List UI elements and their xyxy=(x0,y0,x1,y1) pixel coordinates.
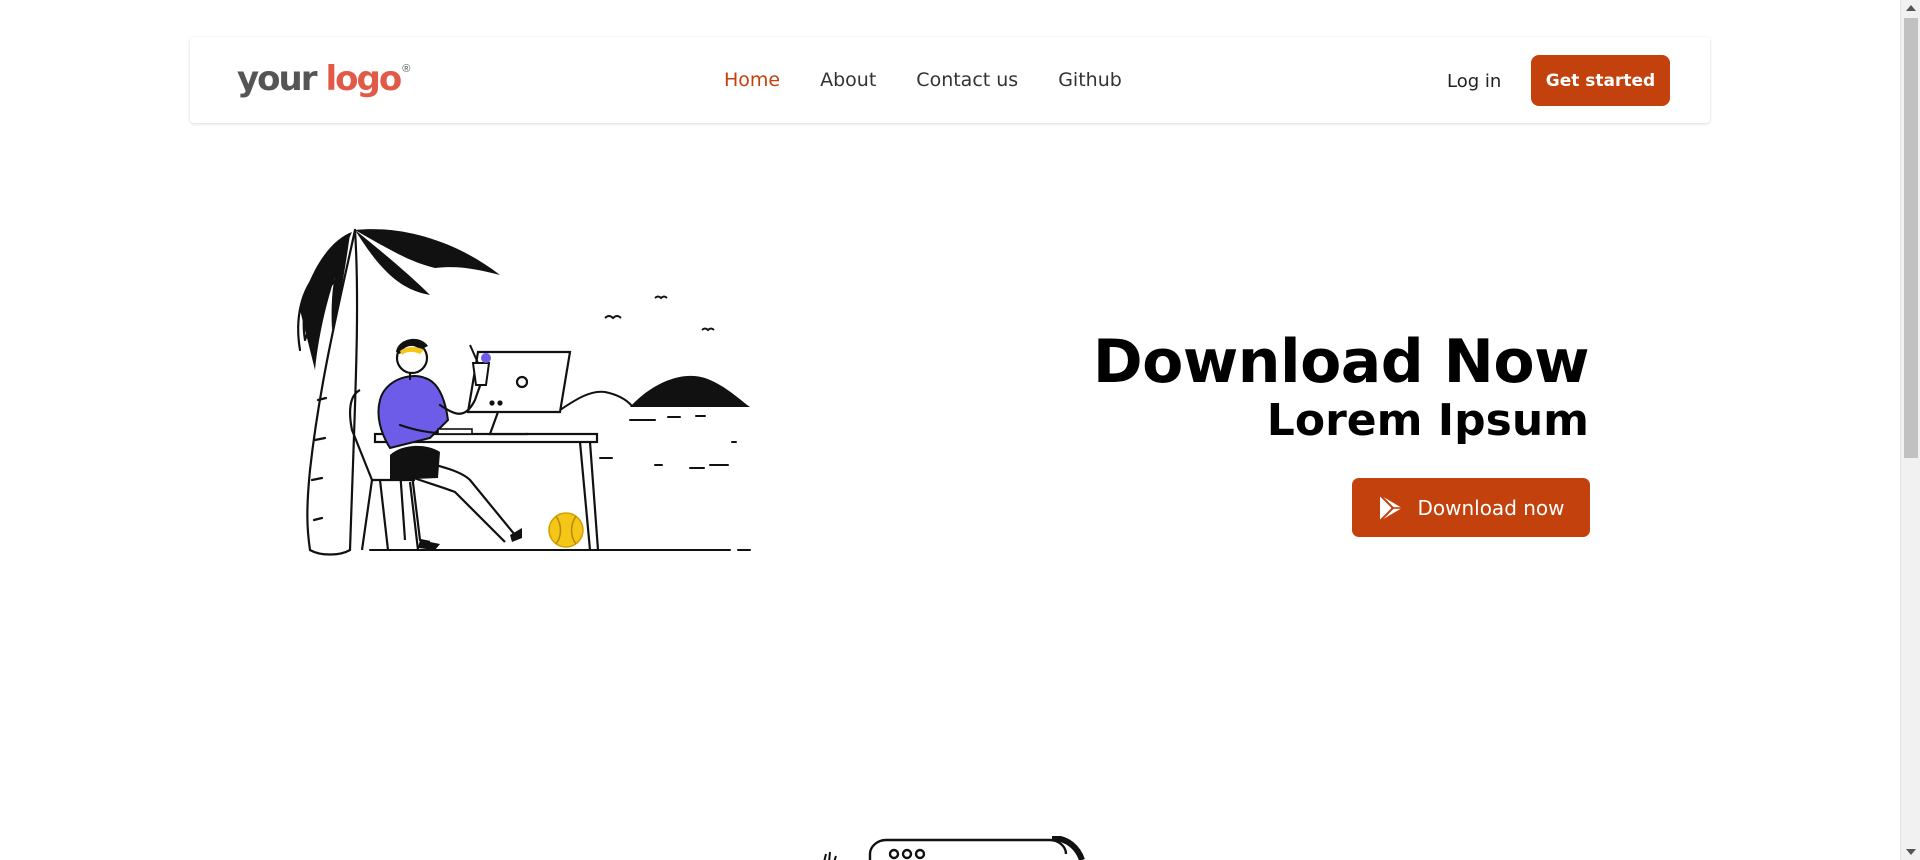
download-now-button[interactable]: Download now xyxy=(1352,478,1590,537)
scroll-up-arrow-icon[interactable] xyxy=(1906,5,1916,11)
birds xyxy=(604,295,715,332)
person-shorts xyxy=(390,445,440,480)
nav-home[interactable]: Home xyxy=(724,69,780,91)
scrollbar-thumb[interactable] xyxy=(1904,18,1918,458)
login-link[interactable]: Log in xyxy=(1447,71,1501,92)
logo-word-your: your xyxy=(237,59,317,99)
bottom-browser-illustration xyxy=(823,836,1085,860)
download-now-label: Download now xyxy=(1417,495,1565,520)
logo-registered-mark: ® xyxy=(402,63,411,75)
scroll-down-arrow-icon[interactable] xyxy=(1906,849,1916,855)
person-working-on-beach-illustration xyxy=(297,228,751,556)
get-started-button[interactable]: Get started xyxy=(1531,55,1670,106)
page: your logo ® Home About Contact us Github… xyxy=(0,0,1900,860)
play-store-icon xyxy=(1379,493,1403,522)
sea-lines xyxy=(599,415,737,469)
nav-about[interactable]: About xyxy=(820,69,876,91)
island-hill xyxy=(630,375,750,407)
yellow-ball xyxy=(548,512,584,548)
hero-title: Download Now xyxy=(1092,327,1590,397)
nav-github[interactable]: Github xyxy=(1058,69,1122,91)
vertical-scrollbar[interactable] xyxy=(1900,0,1920,860)
navbar: your logo ® Home About Contact us Github… xyxy=(190,37,1710,123)
nav-contact[interactable]: Contact us xyxy=(916,69,1018,91)
nav-links: Home About Contact us Github xyxy=(724,69,1122,91)
person-head xyxy=(395,338,429,380)
logo[interactable]: your logo ® xyxy=(237,59,410,99)
hero-subtitle: Lorem Ipsum xyxy=(1266,395,1589,446)
logo-word-logo: logo xyxy=(325,59,403,99)
hero-text: Download Now Lorem Ipsum xyxy=(1092,327,1590,446)
